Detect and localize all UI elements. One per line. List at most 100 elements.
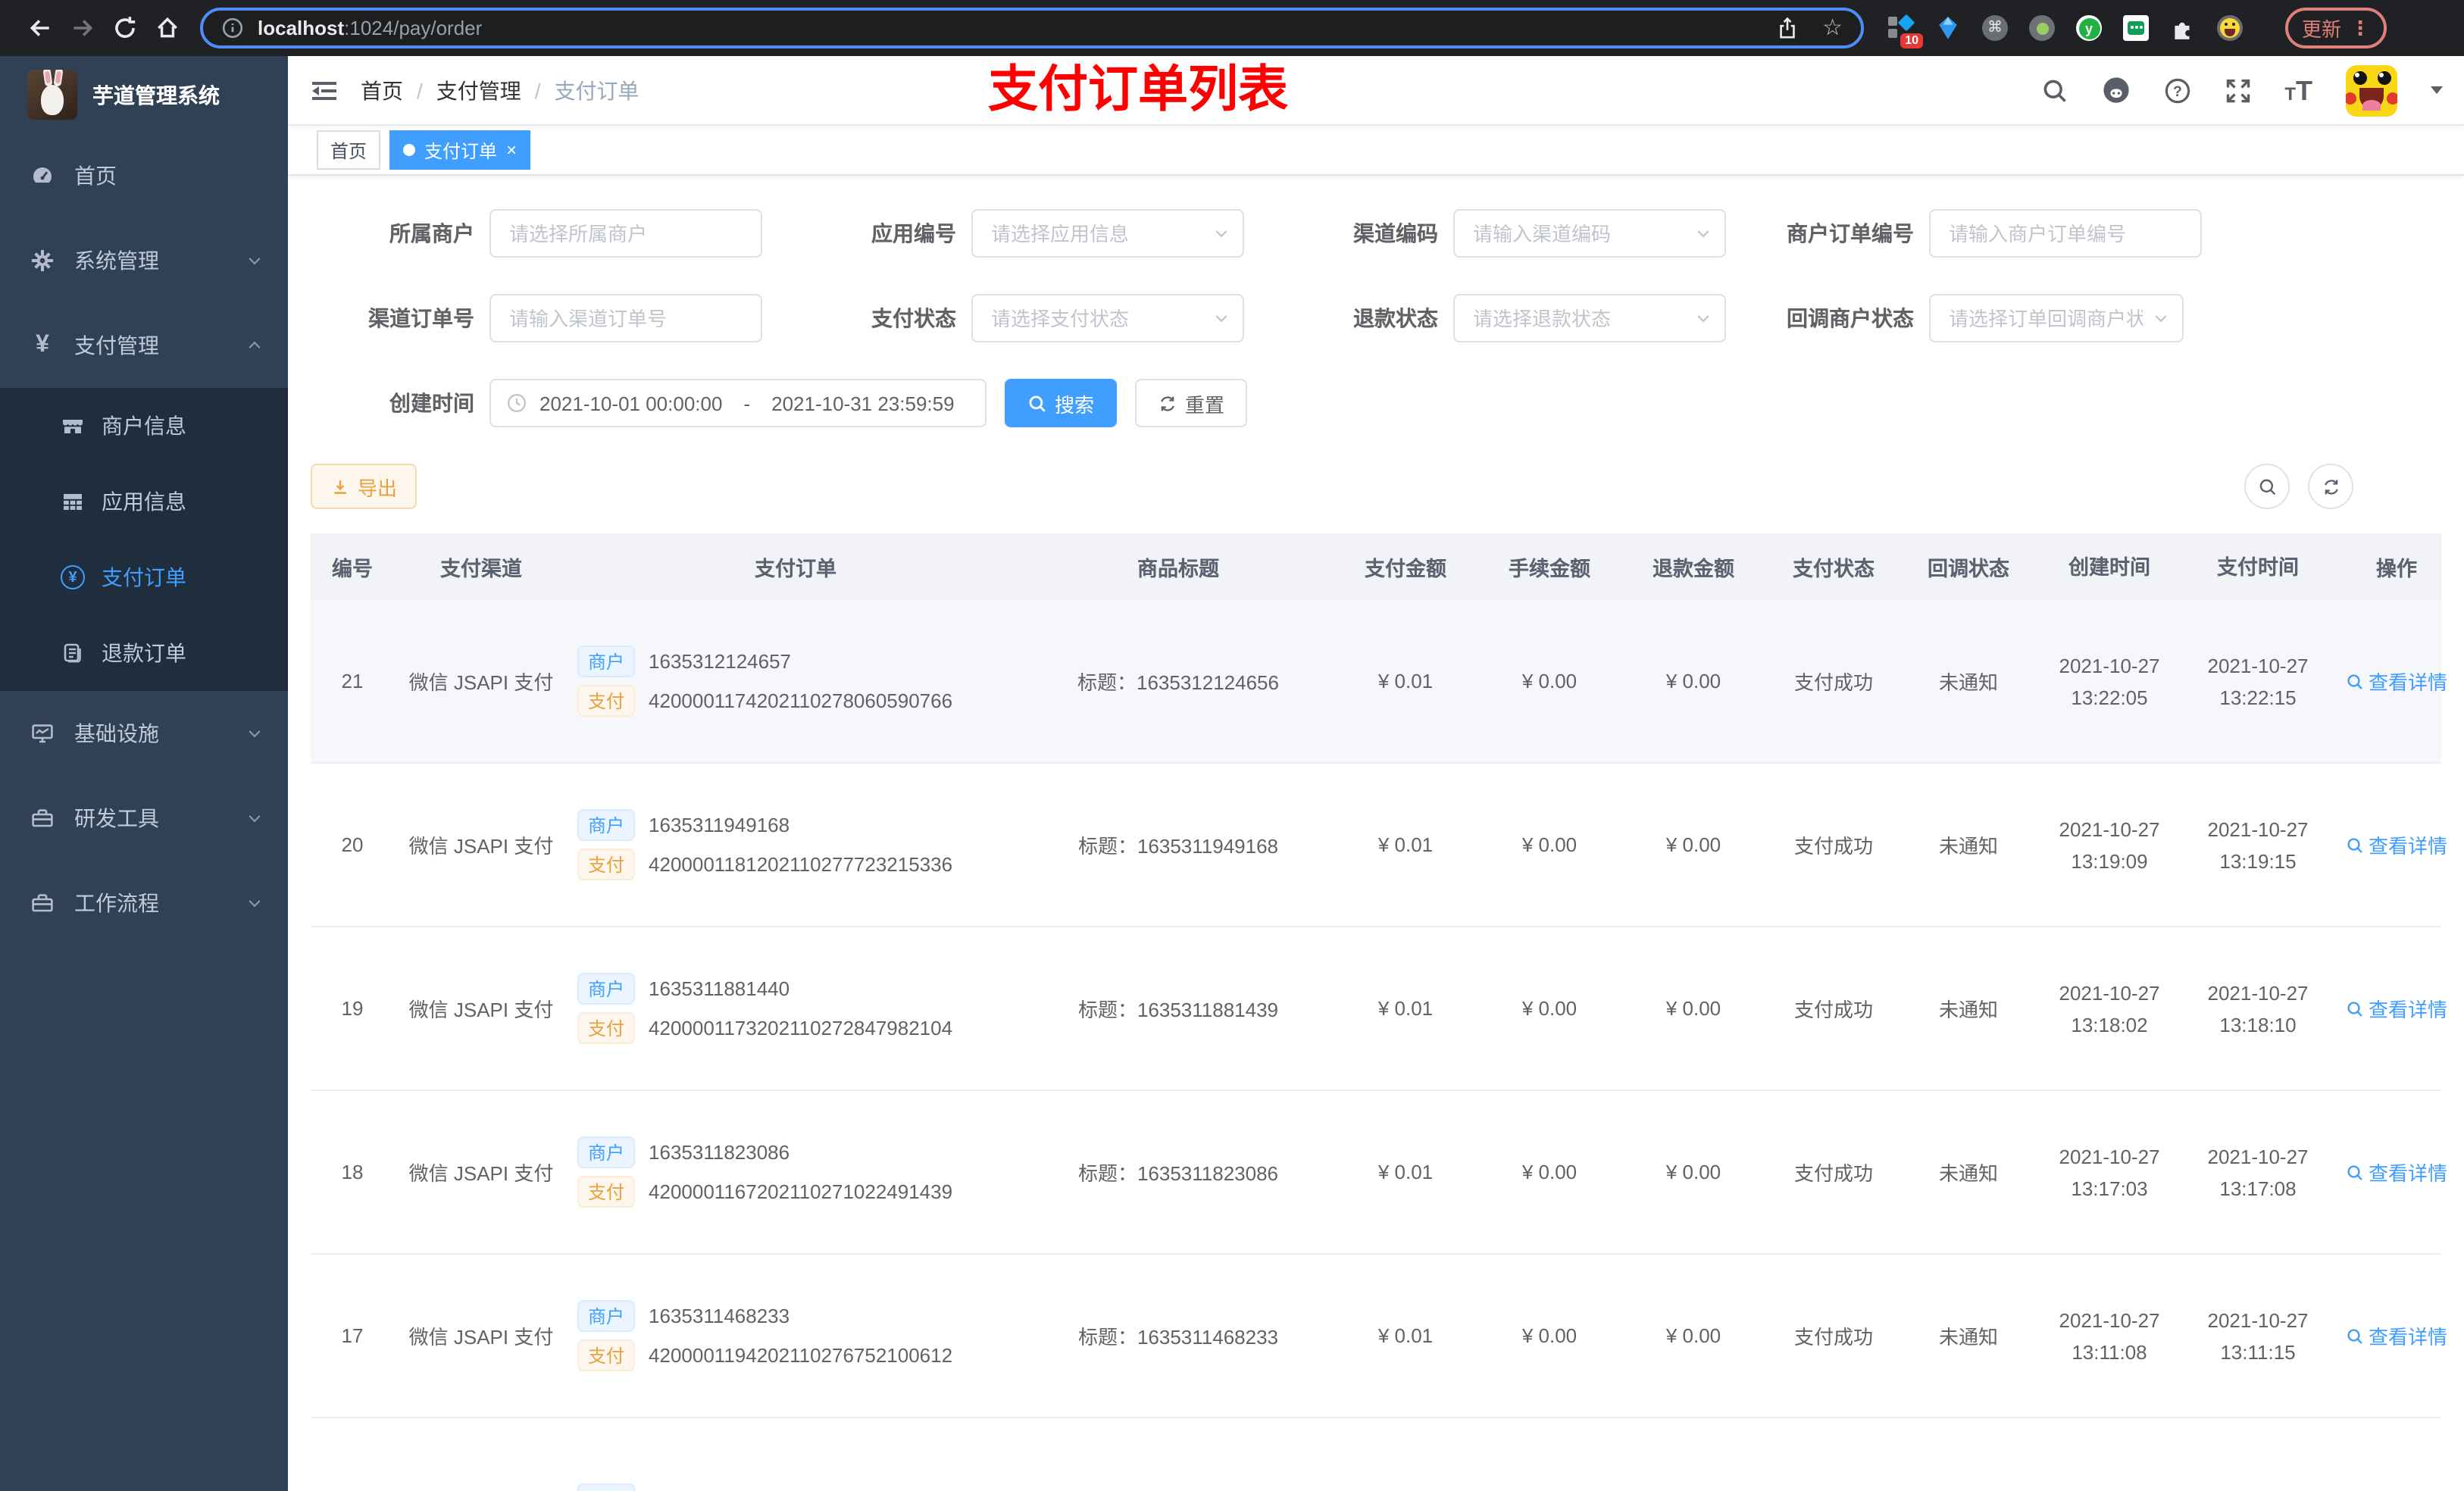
filter-pay-status: 支付状态 bbox=[823, 294, 1244, 342]
table-row: 18 微信 JSAPI 支付 商户 1635311823086 支付 4200001… bbox=[311, 1091, 2447, 1255]
tags-view-bar: 首页 支付订单 × bbox=[288, 126, 2464, 176]
breadcrumb-pay[interactable]: 支付管理 bbox=[436, 75, 521, 105]
sidebar-item-system[interactable]: 系统管理 bbox=[0, 218, 288, 303]
merchant-tag: 商户 bbox=[577, 973, 636, 1005]
order-id: 20 bbox=[341, 833, 364, 856]
pay-time: 2021-10-27 13:17:08 bbox=[2207, 1145, 2309, 1199]
callback-status-select[interactable] bbox=[1929, 294, 2184, 342]
pay-channel: 微信 JSAPI 支付 bbox=[408, 671, 554, 694]
sidebar-item-infra[interactable]: 基础设施 bbox=[0, 691, 288, 776]
search-button[interactable]: 搜索 bbox=[1005, 379, 1118, 427]
callback-status: 未通知 bbox=[1938, 671, 1998, 694]
refresh-table-button[interactable] bbox=[2308, 464, 2353, 509]
bookmark-star-icon[interactable]: ☆ bbox=[1822, 17, 1843, 39]
sidebar-item-devtools[interactable]: 研发工具 bbox=[0, 776, 288, 861]
dashboard-icon bbox=[33, 167, 52, 183]
merchant-tag: 商户 bbox=[577, 1300, 636, 1332]
pay-status-select[interactable] bbox=[971, 294, 1244, 342]
sidebar-item-workflow[interactable]: 工作流程 bbox=[0, 861, 288, 946]
merchant-input[interactable] bbox=[489, 209, 762, 258]
extension-icon-tiles[interactable]: 10 bbox=[1888, 14, 1923, 48]
merchant-order-no-input[interactable] bbox=[1929, 209, 2202, 258]
chevron-down-icon bbox=[249, 730, 261, 738]
view-detail-link[interactable]: 查看详情 bbox=[2346, 1321, 2447, 1350]
extension-icon-y[interactable]: y bbox=[2076, 15, 2102, 41]
back-button[interactable] bbox=[18, 7, 61, 49]
export-button[interactable]: 导出 bbox=[311, 464, 417, 509]
show-search-button[interactable] bbox=[2244, 464, 2290, 509]
extension-icon-cmd[interactable]: ⌘ bbox=[1982, 15, 2008, 41]
extensions-puzzle-icon[interactable] bbox=[2170, 15, 2196, 41]
sidebar-item-home[interactable]: 首页 bbox=[0, 133, 288, 218]
channel-code-select[interactable] bbox=[1453, 209, 1726, 258]
logo-image bbox=[27, 70, 77, 120]
browser-menu-icon[interactable]: ⋮ bbox=[2350, 16, 2370, 40]
search-icon bbox=[2347, 1328, 2362, 1343]
active-dot-icon bbox=[403, 144, 416, 156]
tab-pay-order[interactable]: 支付订单 × bbox=[389, 130, 531, 170]
tab-home[interactable]: 首页 bbox=[317, 130, 381, 170]
search-icon[interactable] bbox=[2040, 77, 2068, 104]
yen-icon: ¥ bbox=[36, 332, 49, 358]
table-row: 21 微信 JSAPI 支付 商户 1635312124657 支付 4200001… bbox=[311, 600, 2447, 764]
clock-icon bbox=[508, 394, 526, 412]
reload-button[interactable] bbox=[103, 7, 145, 49]
filter-refund-status: 退款状态 bbox=[1305, 294, 1726, 342]
extension-icon-chat[interactable] bbox=[2123, 15, 2149, 41]
pay-channel: 微信 JSAPI 支付 bbox=[408, 1162, 554, 1185]
yen-circle-icon: ¥ bbox=[61, 565, 85, 589]
reset-button[interactable]: 重置 bbox=[1135, 379, 1248, 427]
app-select[interactable] bbox=[971, 209, 1244, 258]
callback-status: 未通知 bbox=[1938, 999, 1998, 1021]
page-content: 所属商户 应用编号 渠道编码 商户订单编号 bbox=[288, 176, 2464, 1491]
avatar-caret-icon[interactable] bbox=[2431, 86, 2443, 94]
sidebar-item-merchant-info[interactable]: 商户信息 bbox=[0, 388, 288, 464]
pay-submenu: 商户信息 应用信息 ¥ 支付订单 退款订单 bbox=[0, 388, 288, 691]
avatar[interactable] bbox=[2346, 64, 2397, 116]
refund-amount: ¥ 0.00 bbox=[1665, 833, 1721, 856]
refresh-icon bbox=[1161, 395, 1174, 411]
view-detail-link[interactable]: 查看详情 bbox=[2346, 994, 2447, 1023]
tab-close-icon[interactable]: × bbox=[506, 139, 517, 161]
order-id: 18 bbox=[341, 1161, 364, 1183]
pay-tag: 支付 bbox=[577, 1176, 636, 1208]
breadcrumb-current: 支付订单 bbox=[554, 78, 639, 102]
goods-title: 标题：1635312124656 bbox=[1077, 671, 1279, 694]
date-range-input[interactable]: 2021-10-01 00:00:00 - 2021-10-31 23:59:5… bbox=[489, 379, 987, 427]
extension-icon-recorder[interactable] bbox=[2029, 15, 2055, 41]
pay-status: 支付成功 bbox=[1793, 671, 1873, 694]
channel-order-no-input[interactable] bbox=[489, 294, 762, 342]
sidebar-collapse-icon[interactable] bbox=[309, 75, 339, 105]
refund-status-select[interactable] bbox=[1453, 294, 1726, 342]
sidebar-item-app-info[interactable]: 应用信息 bbox=[0, 464, 288, 539]
create-time: 2021-10-27 13:17:03 bbox=[2059, 1145, 2160, 1199]
view-detail-link[interactable]: 查看详情 bbox=[2346, 667, 2447, 695]
sidebar-item-pay[interactable]: ¥ 支付管理 bbox=[0, 303, 288, 388]
table-row: 20 微信 JSAPI 支付 商户 1635311949168 支付 4200001… bbox=[311, 764, 2447, 927]
forward-button[interactable] bbox=[61, 7, 103, 49]
fullscreen-icon[interactable] bbox=[2224, 77, 2251, 104]
share-icon[interactable] bbox=[1775, 17, 1798, 39]
profile-emoji-icon[interactable] bbox=[2217, 15, 2243, 41]
sidebar-item-refund-order[interactable]: 退款订单 bbox=[0, 615, 288, 691]
address-bar[interactable]: localhost:1024/pay/order ☆ bbox=[200, 8, 1864, 48]
help-icon[interactable]: ? bbox=[2163, 77, 2190, 104]
search-icon bbox=[2347, 674, 2362, 689]
view-detail-link[interactable]: 查看详情 bbox=[2346, 1158, 2447, 1186]
browser-update-button[interactable]: 更新 ⋮ bbox=[2285, 8, 2387, 48]
view-detail-link[interactable]: 查看详情 bbox=[2346, 830, 2447, 859]
chevron-down-icon bbox=[249, 258, 261, 265]
site-info-icon[interactable] bbox=[221, 17, 244, 39]
create-time: 2021-10-27 13:22:05 bbox=[2059, 654, 2160, 708]
pay-time: 2021-10-27 13:18:10 bbox=[2207, 981, 2309, 1036]
pay-order-cell: 商户 1635312124657 支付 4200001174202110278060… bbox=[568, 638, 1023, 724]
sidebar-item-pay-order[interactable]: ¥ 支付订单 bbox=[0, 539, 288, 615]
url-path: :1024/pay/order bbox=[344, 17, 483, 39]
home-button[interactable] bbox=[145, 7, 188, 49]
order-id: 17 bbox=[341, 1324, 364, 1347]
github-icon[interactable] bbox=[2101, 76, 2130, 105]
breadcrumb-home[interactable]: 首页 bbox=[361, 75, 403, 105]
extension-icon-gem[interactable] bbox=[1935, 15, 1961, 41]
font-size-icon[interactable]: TT bbox=[2284, 77, 2312, 104]
pay-order-cell: 商户 1635311468233 支付 4200001194202110276752… bbox=[568, 1293, 1023, 1379]
